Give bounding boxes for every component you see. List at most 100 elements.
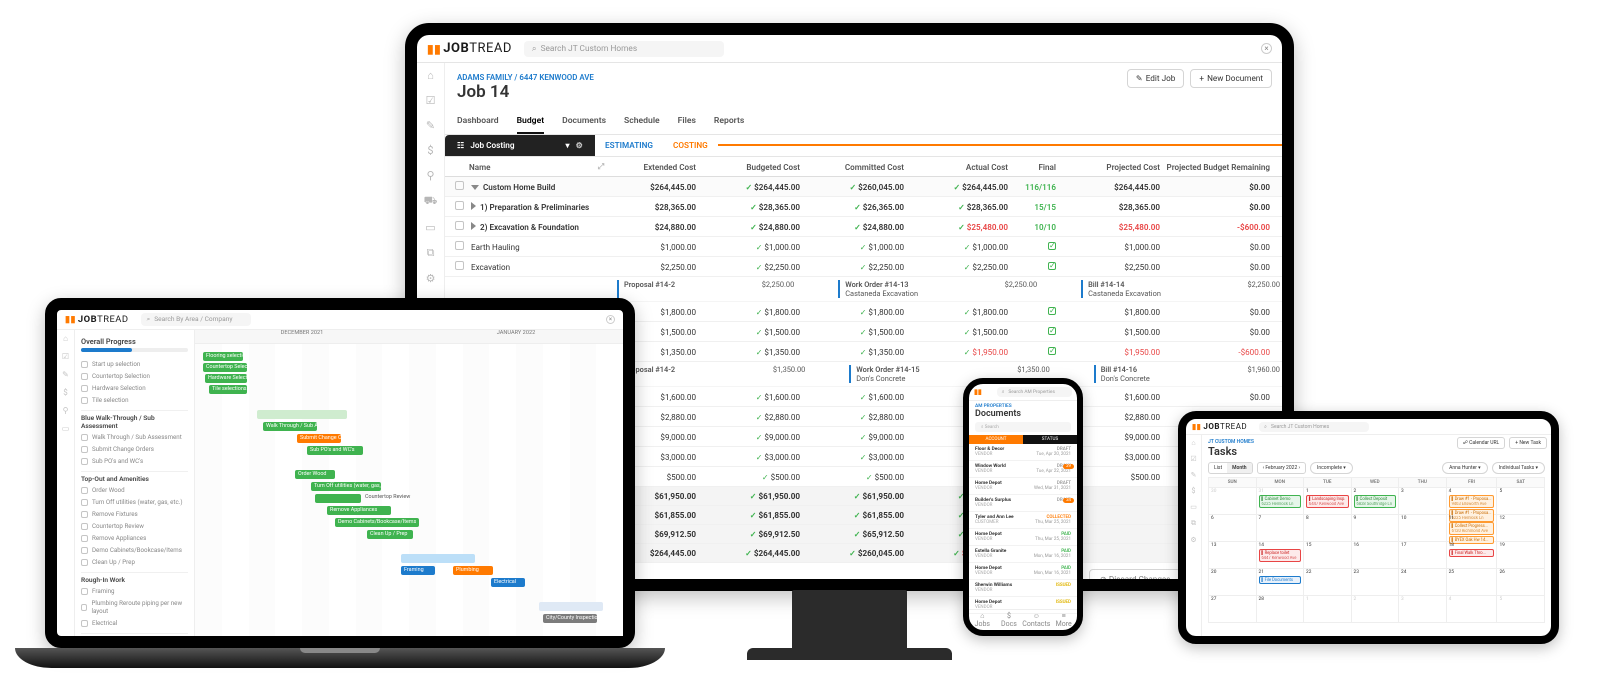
calendar-cell[interactable]: 11▍Collect Progress...6120 Richmond Ave▍… — [1447, 515, 1498, 542]
calendar-cell[interactable]: 9 — [1352, 515, 1400, 542]
truck-icon[interactable]: ⛟ — [424, 194, 438, 209]
calendar-cell[interactable]: 23 — [1352, 569, 1400, 596]
schedule-item[interactable]: Countertop Review — [81, 520, 188, 532]
desktop-search-input[interactable]: Search JT Custom Homes — [524, 41, 724, 57]
calendar-cell[interactable]: 2 — [1352, 596, 1400, 623]
calendar-cell[interactable]: 20 — [1209, 569, 1257, 596]
phone-breadcrumb[interactable]: AM PROPERTIES — [969, 401, 1077, 409]
row-checkbox[interactable] — [455, 181, 464, 190]
close-icon[interactable]: × — [1261, 43, 1272, 54]
final-checkbox[interactable] — [1048, 347, 1056, 355]
users-icon[interactable]: ⚲ — [426, 169, 434, 182]
phone-nav-more[interactable]: ≡More — [1050, 610, 1077, 630]
calendar-cell[interactable]: 4▍Draw #1 - Proposa...9463 Ellsworth Ave… — [1447, 488, 1498, 515]
col-actual[interactable]: Actual Cost — [904, 162, 1008, 172]
col-committed[interactable]: Committed Cost — [800, 162, 904, 172]
calendar-event[interactable]: ▍Landscaping Insp.6447 Kenwood Ave — [1306, 495, 1349, 508]
calendar-cell[interactable]: 31▍Cabinet Demo6225 Hemlock Ln — [1257, 488, 1305, 515]
calendar-cell[interactable]: 3 — [1399, 488, 1447, 515]
link-icon[interactable]: ✎ — [426, 119, 435, 132]
final-checkbox[interactable] — [1048, 242, 1056, 250]
schedule-item[interactable]: Electrical — [81, 617, 188, 629]
gantt-bar[interactable] — [401, 554, 475, 563]
individual-tasks-filter[interactable]: Individual Tasks ▾ — [1492, 462, 1545, 474]
tab-budget[interactable]: Budget — [517, 110, 545, 134]
phone-inner-search[interactable]: ⌕ Search — [975, 422, 1071, 432]
schedule-group-title[interactable]: Rough-In Work — [81, 572, 188, 584]
calendar-cell[interactable]: 17 — [1399, 542, 1447, 569]
row-checkbox[interactable] — [455, 201, 464, 210]
gantt-bar[interactable]: Flooring selections — [203, 352, 243, 361]
users-icon[interactable]: ⚲ — [63, 406, 69, 415]
schedule-item[interactable]: Start up selection — [81, 358, 188, 370]
calendar-cell[interactable]: 1▍Landscaping Insp.6447 Kenwood Ave — [1304, 488, 1352, 515]
calendar-cell[interactable]: 28 — [1257, 596, 1305, 623]
laptop-search-input[interactable]: Search By Area / Company — [141, 313, 251, 326]
gantt-bar[interactable]: Turn Off utilities (water, gas, electric… — [311, 482, 381, 491]
home-icon[interactable]: ⌂ — [427, 69, 434, 82]
pencil-icon[interactable]: ✎ — [62, 370, 69, 379]
check-icon[interactable]: ☑ — [1190, 455, 1196, 463]
calendar-cell[interactable]: 5 — [1497, 596, 1545, 623]
copy-icon[interactable]: ⧉ — [1191, 519, 1196, 528]
calendar-cell[interactable]: 14▍Replace toilet6447 Kenwood Ave — [1257, 542, 1305, 569]
col-budgeted[interactable]: Budgeted Cost — [696, 162, 800, 172]
schedule-item[interactable]: Remove Appliances — [81, 532, 188, 544]
calendar-event[interactable]: ▍Replace toilet6447 Kenwood Ave — [1259, 549, 1302, 562]
calendar-cell[interactable]: 21▍File Documents — [1257, 569, 1305, 596]
discard-button[interactable]: ⊘ Discard Changes — [1089, 569, 1182, 579]
home-icon[interactable]: ⌂ — [1191, 439, 1195, 447]
calendar-cell[interactable]: 13 — [1209, 542, 1257, 569]
gantt-bar[interactable]: Remove Appliances — [327, 506, 391, 515]
calendar-cell[interactable]: 27 — [1209, 596, 1257, 623]
gantt-bar[interactable]: City/County Inspections — [543, 614, 597, 623]
calendar-event[interactable]: ▍File Documents — [1259, 576, 1302, 584]
calendar-event[interactable]: ▍Final Walk Thro... — [1449, 549, 1495, 557]
view-toggle[interactable]: ListMonth — [1208, 462, 1253, 474]
phone-document-row[interactable]: Floor & DecorVENDORDRAFTTue, Apr 20, 202… — [969, 444, 1077, 461]
phone-document-row[interactable]: Home DepotVENDORPAIDMon, Mar 16, 2021 — [969, 563, 1077, 580]
table-row[interactable]: Custom Home Build$264,445.00✓ $264,445.0… — [445, 177, 1282, 197]
gantt-bar[interactable]: Sub PO's and WC's — [307, 446, 363, 455]
workorder-ref[interactable]: Work Order #14-13Castaneda Excavation — [838, 280, 918, 298]
subtab-estimating[interactable]: ESTIMATING — [595, 136, 663, 156]
calendar-cell[interactable]: 1 — [1304, 596, 1352, 623]
col-final[interactable]: Final — [1008, 162, 1056, 172]
phone-tab-account[interactable]: ACCOUNT — [969, 435, 1023, 444]
close-icon[interactable]: × — [606, 315, 615, 324]
subtab-costing[interactable]: COSTING — [663, 136, 718, 156]
final-checkbox[interactable] — [1048, 307, 1056, 315]
status-filter[interactable]: Incomplete ▾ — [1310, 462, 1353, 474]
tab-dashboard[interactable]: Dashboard — [457, 110, 499, 134]
clipboard-icon[interactable]: ▭ — [425, 221, 435, 234]
gantt-bar[interactable]: Hardware Selection — [205, 374, 247, 383]
schedule-item[interactable]: Walk Through / Sub Assessment — [81, 431, 188, 443]
calendar-cell[interactable]: 3 — [1399, 596, 1447, 623]
schedule-item[interactable]: Countertop Selection — [81, 370, 188, 382]
schedule-item[interactable]: Framing — [81, 585, 188, 597]
proposal-ref[interactable]: Proposal #14-2 — [617, 280, 675, 298]
gantt-chart[interactable]: DECEMBER 2021 JANUARY 2022 Flooring sele… — [195, 330, 623, 636]
home-icon[interactable]: ⌂ — [63, 334, 68, 343]
phone-nav-contacts[interactable]: ☺Contacts — [1022, 610, 1050, 630]
tab-schedule[interactable]: Schedule — [624, 110, 660, 134]
gantt-bar[interactable]: Countertop Selection — [203, 363, 247, 372]
workorder-ref[interactable]: Work Order #14-15Don's Concrete — [849, 365, 919, 383]
gear-icon[interactable]: ⚙ — [1190, 536, 1196, 544]
calendar-cell[interactable]: 26 — [1497, 569, 1545, 596]
phone-document-row[interactable]: Estella GraniteVENDORPAIDMon, Mar 16, 20… — [969, 546, 1077, 563]
clipboard-icon[interactable]: ▭ — [62, 424, 70, 433]
calendar-event[interactable]: ▍Collect Deposit6828 Southridge Ln — [1354, 495, 1397, 508]
calendar-cell[interactable]: 10 — [1399, 515, 1447, 542]
phone-document-row[interactable]: Home DepotVENDORDRAFTWed, Mar 31, 2021 — [969, 478, 1077, 495]
new-document-button[interactable]: + New Document — [1190, 69, 1272, 88]
schedule-item[interactable]: Tile selection — [81, 394, 188, 406]
gantt-bar[interactable] — [257, 410, 347, 419]
gantt-bar[interactable]: Framing — [401, 566, 435, 575]
calendar-cell[interactable]: 6 — [1209, 515, 1257, 542]
phone-nav-jobs[interactable]: ⌂Jobs — [969, 610, 996, 630]
bill-ref[interactable]: Bill #14-14Castaneda Excavation — [1081, 280, 1161, 298]
phone-nav-docs[interactable]: $Docs — [996, 610, 1023, 630]
gantt-bar[interactable] — [539, 602, 603, 611]
schedule-item[interactable]: Hardware Selection — [81, 382, 188, 394]
